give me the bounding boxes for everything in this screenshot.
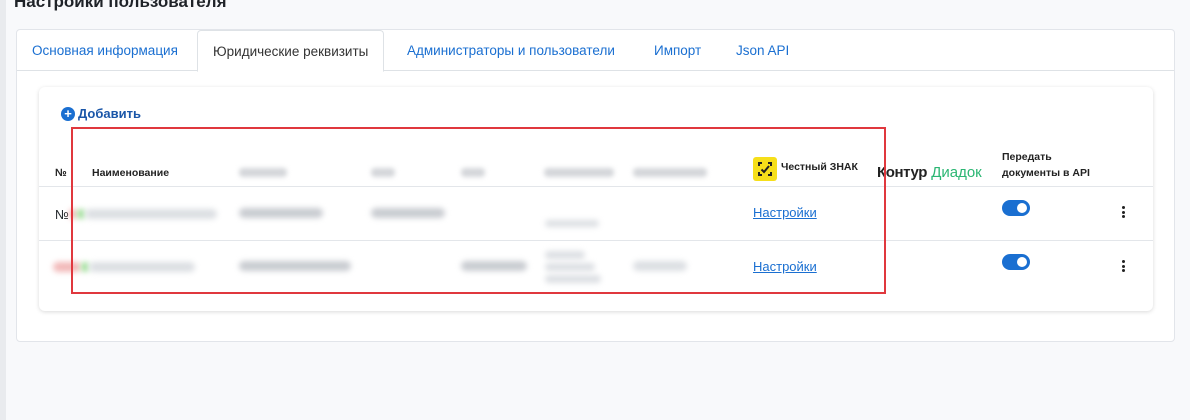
diadok-label: Диадок <box>931 164 982 181</box>
header-blurred <box>544 168 614 177</box>
send-to-api-toggle[interactable] <box>1002 254 1030 270</box>
kontur-label: Контур <box>877 164 928 181</box>
blurred-cell <box>545 251 585 259</box>
settings-panel: Основная информация Юридические реквизит… <box>16 29 1175 342</box>
send-to-api-toggle[interactable] <box>1002 200 1030 216</box>
blurred-cell <box>371 208 445 218</box>
chestny-znak-settings-link[interactable]: Настройки <box>753 259 817 274</box>
tab-bar: Основная информация Юридические реквизит… <box>17 30 1174 72</box>
header-name: Наименование <box>92 167 170 179</box>
chestny-znak-settings-link[interactable]: Настройки <box>753 205 817 220</box>
header-number: № <box>55 167 67 179</box>
blurred-name <box>85 209 217 219</box>
tab-json-api[interactable]: Json API <box>736 30 789 71</box>
row-menu-icon[interactable] <box>1119 259 1127 275</box>
legal-entities-card: + Добавить № Наименование Честный ЗНАК К… <box>39 87 1153 311</box>
row-divider <box>39 186 1153 187</box>
blurred-cell <box>53 262 81 272</box>
left-strip <box>0 0 6 420</box>
row-number: № <box>55 207 69 222</box>
header-blurred <box>461 168 485 177</box>
blurred-name <box>89 262 195 272</box>
header-send-to-api: Передать документы в API <box>1002 151 1090 179</box>
blurred-cell <box>239 208 323 218</box>
plus-circle-icon: + <box>61 106 75 121</box>
row-menu-icon[interactable] <box>1119 205 1127 221</box>
add-button-label: Добавить <box>78 106 141 121</box>
blurred-cell <box>545 220 599 227</box>
blurred-cell <box>461 261 527 271</box>
kontur-diadok-logo: Контур Диадок <box>877 164 982 181</box>
blurred-cell <box>239 261 351 271</box>
blurred-cell <box>545 275 601 283</box>
tab-main-info[interactable]: Основная информация <box>32 30 178 71</box>
blurred-cell <box>69 209 77 219</box>
add-button[interactable]: + Добавить <box>61 106 141 121</box>
header-blurred <box>371 168 395 177</box>
tab-legal-details[interactable]: Юридические реквизиты <box>197 30 385 72</box>
chestny-znak-logo-icon <box>753 157 777 181</box>
blurred-cell <box>633 261 687 271</box>
tab-admins-users[interactable]: Администраторы и пользователи <box>407 30 615 71</box>
header-blurred <box>633 168 707 177</box>
tab-import[interactable]: Импорт <box>654 30 701 71</box>
page-title: Настройки пользователя <box>14 0 227 11</box>
header-chestny-znak: Честный ЗНАК <box>781 161 858 173</box>
row-divider <box>39 240 1153 241</box>
blurred-cell <box>77 209 85 219</box>
blurred-cell <box>545 263 595 271</box>
header-blurred <box>239 168 287 177</box>
blurred-cell <box>81 262 89 272</box>
